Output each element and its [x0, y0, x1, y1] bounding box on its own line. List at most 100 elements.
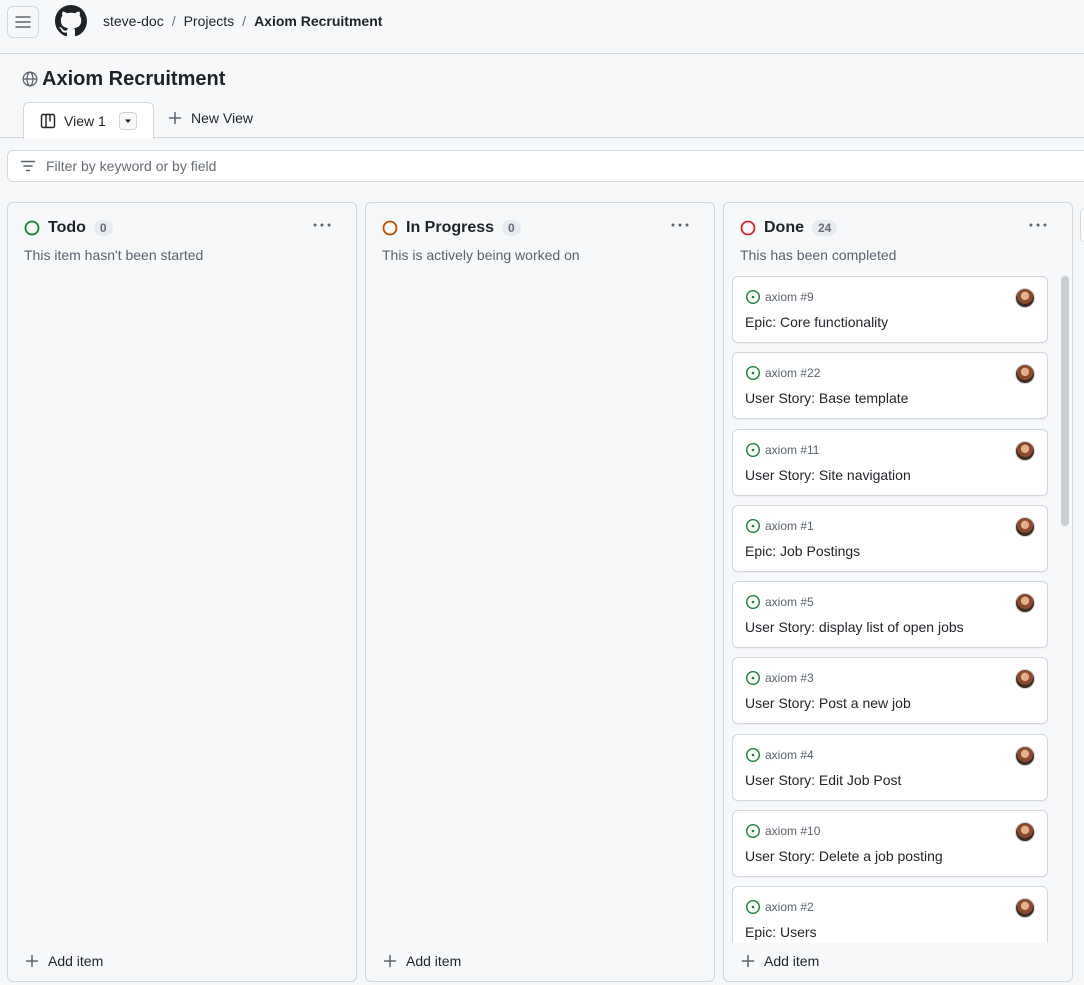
column-count-badge: 0 — [502, 220, 521, 236]
board-icon — [40, 113, 56, 129]
issue-card[interactable]: axiom #11 User Story: Site navigation — [732, 428, 1048, 496]
assignee-avatar[interactable] — [1015, 745, 1035, 766]
issue-opened-icon — [745, 289, 761, 305]
breadcrumb: steve-doc / Projects / Axiom Recruitment — [103, 13, 382, 29]
card-ref-text: axiom #1 — [765, 518, 814, 533]
card-title[interactable]: Epic: Core functionality — [745, 314, 888, 330]
issue-card[interactable]: axiom #10 User Story: Delete a job posti… — [732, 810, 1048, 878]
breadcrumb-separator: / — [171, 13, 176, 29]
card-title[interactable]: User Story: display list of open jobs — [745, 619, 964, 635]
assignee-avatar[interactable] — [1015, 822, 1035, 843]
add-column-button[interactable] — [1080, 208, 1084, 242]
assignee-avatar[interactable] — [1015, 516, 1035, 537]
globe-icon — [22, 71, 38, 87]
issue-card[interactable]: axiom #9 Epic: Core functionality — [732, 276, 1048, 343]
column-in-progress: In Progress 0 This is actively being wor… — [365, 202, 715, 982]
hamburger-icon — [15, 16, 31, 28]
column-done: Done 24 This has been completed axiom #9… — [723, 202, 1073, 982]
add-item-label: Add item — [48, 953, 104, 969]
card-ref-text: axiom #4 — [765, 747, 814, 762]
breadcrumb-owner-link[interactable]: steve-doc — [103, 13, 164, 29]
issue-card[interactable]: axiom #4 User Story: Edit Job Post — [732, 733, 1048, 801]
column-menu-button[interactable] — [668, 215, 692, 235]
column-name: In Progress — [406, 219, 495, 236]
card-ref: axiom #1 — [745, 518, 814, 534]
card-ref: axiom #2 — [745, 899, 814, 915]
breadcrumb-separator: / — [242, 13, 247, 29]
card-ref: axiom #5 — [745, 594, 814, 610]
new-view-label: New View — [191, 110, 253, 126]
view-options-dropdown[interactable] — [119, 112, 137, 130]
issue-card[interactable]: axiom #5 User Story: display list of ope… — [732, 581, 1048, 649]
column-header: In Progress 0 — [382, 219, 521, 237]
issue-card[interactable]: axiom #2 Epic: Users — [732, 886, 1048, 943]
card-title[interactable]: User Story: Delete a job posting — [745, 848, 943, 864]
plus-icon — [383, 954, 397, 968]
filter-input[interactable]: Filter by keyword or by field — [7, 150, 1084, 182]
card-list: axiom #9 Epic: Core functionality axiom … — [732, 276, 1050, 943]
add-item-button[interactable]: Add item — [382, 951, 461, 971]
assignee-avatar[interactable] — [1015, 593, 1035, 614]
issue-opened-icon — [745, 671, 761, 686]
issue-opened-icon — [745, 442, 761, 457]
breadcrumb-projects-link[interactable]: Projects — [184, 13, 235, 29]
column-scrollbar[interactable] — [1061, 276, 1069, 526]
add-item-label: Add item — [764, 953, 820, 969]
issue-opened-icon — [745, 518, 761, 533]
filter-placeholder: Filter by keyword or by field — [46, 158, 217, 174]
card-ref-text: axiom #11 — [765, 442, 820, 457]
page-title: Axiom Recruitment — [22, 67, 225, 91]
top-header: steve-doc / Projects / Axiom Recruitment — [0, 0, 1084, 54]
column-count-badge: 0 — [93, 220, 113, 236]
project-title-text: Axiom Recruitment — [42, 67, 226, 90]
card-title[interactable]: Epic: Job Postings — [745, 543, 860, 559]
issue-opened-icon — [745, 366, 761, 381]
card-title[interactable]: User Story: Site navigation — [745, 467, 911, 483]
breadcrumb-project-link[interactable]: Axiom Recruitment — [254, 13, 382, 29]
triangle-down-icon — [125, 119, 131, 123]
card-ref: axiom #10 — [745, 823, 820, 839]
assignee-avatar[interactable] — [1015, 898, 1035, 919]
plus-icon — [168, 111, 182, 125]
issue-card[interactable]: axiom #3 User Story: Post a new job — [732, 657, 1048, 725]
issue-card[interactable]: axiom #22 User Story: Base template — [732, 352, 1048, 420]
card-title[interactable]: Epic: Users — [745, 924, 817, 940]
column-menu-button[interactable] — [1026, 215, 1050, 235]
card-ref: axiom #22 — [745, 365, 820, 381]
column-description: This has been completed — [740, 247, 897, 263]
card-ref: axiom #4 — [745, 747, 814, 763]
column-name: Done — [764, 219, 804, 236]
add-item-button[interactable]: Add item — [740, 951, 819, 971]
hamburger-menu-button[interactable] — [7, 6, 39, 38]
card-ref: axiom #3 — [745, 670, 814, 686]
card-title[interactable]: User Story: Edit Job Post — [745, 772, 901, 788]
card-ref-text: axiom #9 — [765, 290, 814, 304]
plus-icon — [25, 954, 39, 968]
column-header: Done 24 — [740, 219, 838, 237]
issue-opened-icon — [745, 595, 761, 610]
issue-card[interactable]: axiom #1 Epic: Job Postings — [732, 504, 1048, 572]
tab-view-1[interactable]: View 1 — [23, 102, 154, 139]
add-item-label: Add item — [406, 953, 462, 969]
assignee-avatar[interactable] — [1015, 288, 1035, 308]
add-item-button[interactable]: Add item — [24, 951, 103, 971]
column-menu-button[interactable] — [310, 215, 334, 235]
column-description: This is actively being worked on — [382, 247, 580, 263]
status-circle-icon — [740, 220, 756, 236]
status-circle-icon — [24, 220, 40, 236]
card-title[interactable]: User Story: Post a new job — [745, 695, 911, 711]
github-logo-icon[interactable] — [55, 5, 87, 37]
tabs-divider — [0, 137, 1084, 138]
issue-opened-icon — [745, 900, 761, 915]
card-ref-text: axiom #2 — [765, 900, 814, 915]
assignee-avatar[interactable] — [1015, 364, 1035, 385]
card-title[interactable]: User Story: Base template — [745, 390, 908, 406]
column-description: This item hasn't been started — [24, 247, 204, 263]
column-count-badge: 24 — [812, 220, 838, 236]
assignee-avatar[interactable] — [1015, 669, 1035, 690]
issue-opened-icon — [745, 747, 761, 762]
plus-icon — [741, 954, 755, 968]
card-ref-text: axiom #3 — [765, 671, 814, 686]
new-view-button[interactable]: New View — [167, 110, 253, 126]
assignee-avatar[interactable] — [1015, 440, 1035, 461]
